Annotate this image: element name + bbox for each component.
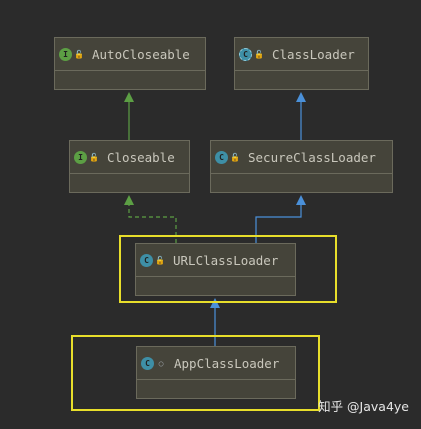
class-icon: C	[215, 150, 228, 164]
class-node-classloader[interactable]: C 🔓 ClassLoader	[234, 37, 369, 90]
public-lock-icon: 🔓	[74, 49, 84, 59]
public-lock-icon: 🔓	[230, 152, 240, 162]
class-name: SecureClassLoader	[248, 149, 376, 165]
package-private-icon: ○	[158, 358, 164, 368]
edge-closeable-to-autocloseable	[124, 92, 134, 140]
class-icon: C	[141, 356, 154, 370]
class-name: AutoCloseable	[92, 46, 190, 62]
watermark: 知乎 @Java4ye	[318, 399, 409, 414]
class-node-closeable[interactable]: I 🔓 Closeable	[69, 140, 190, 193]
class-node-autocloseable[interactable]: I 🔓 AutoCloseable	[54, 37, 206, 90]
public-lock-icon: 🔓	[89, 152, 99, 162]
arrowhead-icon	[124, 92, 134, 102]
public-lock-icon: 🔓	[155, 255, 165, 265]
edge-secureclassloader-to-classloader	[296, 92, 306, 140]
arrowhead-icon	[296, 92, 306, 102]
abstract-class-icon: C	[239, 47, 252, 61]
class-name: URLClassLoader	[173, 252, 279, 268]
class-node-urlclassloader[interactable]: C 🔓 URLClassLoader	[135, 243, 296, 296]
arrowhead-icon	[296, 195, 306, 205]
interface-icon: I	[59, 47, 72, 61]
interface-icon: I	[74, 150, 87, 164]
class-name: ClassLoader	[272, 46, 355, 62]
class-name: AppClassLoader	[174, 355, 280, 371]
class-node-secureclassloader[interactable]: C 🔓 SecureClassLoader	[210, 140, 393, 193]
class-name: Closeable	[107, 149, 175, 165]
arrowhead-icon	[124, 195, 134, 205]
public-lock-icon: 🔓	[254, 49, 264, 59]
class-icon: C	[140, 253, 153, 267]
uml-class-diagram: I 🔓 AutoCloseable C 🔓 ClassLoader I 🔓 Cl…	[0, 0, 421, 429]
class-node-appclassloader[interactable]: C ○ AppClassLoader	[136, 346, 296, 399]
